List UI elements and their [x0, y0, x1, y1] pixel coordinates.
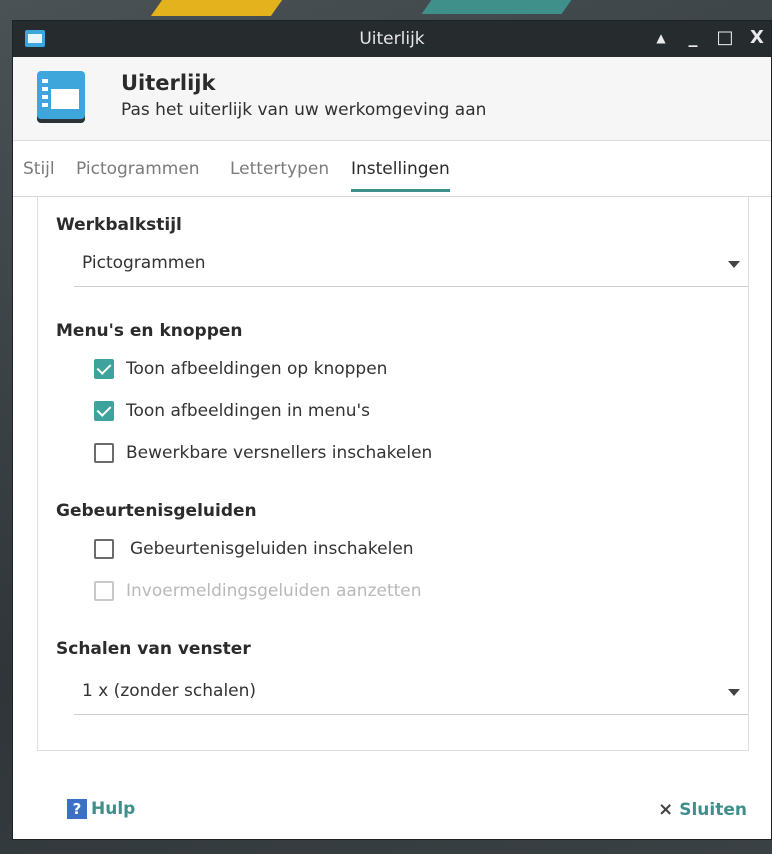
help-button-label: Hulp — [91, 799, 136, 819]
checkbox-label: Bewerkbare versnellers inschakelen — [126, 443, 433, 463]
appearance-icon — [37, 71, 85, 119]
wallpaper-stripe — [421, 0, 579, 14]
wallpaper-stripe — [150, 0, 290, 16]
tab-pictogrammen[interactable]: Pictogrammen — [76, 159, 200, 189]
chevron-down-icon — [728, 261, 740, 268]
title-bar[interactable]: Uiterlijk ▲ _ □ X — [13, 21, 771, 57]
toolbar-style-value: Pictogrammen — [82, 253, 206, 273]
checkbox-row-event-sounds[interactable]: Gebeurtenisgeluiden inschakelen — [94, 539, 414, 559]
checkbox-label: Gebeurtenisgeluiden inschakelen — [130, 539, 414, 559]
checkbox-editable-accelerators[interactable] — [94, 443, 114, 463]
close-icon[interactable]: X — [747, 27, 767, 49]
help-icon: ? — [67, 799, 87, 819]
close-button-label: Sluiten — [679, 799, 747, 820]
checkbox-label: Invoermeldingsgeluiden aanzetten — [126, 581, 422, 601]
window-scaling-select[interactable]: 1 x (zonder schalen) — [74, 675, 748, 715]
window-controls: ▲ _ □ X — [651, 27, 767, 49]
section-heading-event-sounds: Gebeurtenisgeluiden — [56, 501, 257, 521]
tab-instellingen[interactable]: Instellingen — [351, 159, 450, 192]
checkbox-images-in-menus[interactable] — [94, 401, 114, 421]
tab-bar: Stijl Pictogrammen Lettertypen Instellin… — [13, 141, 771, 197]
dialog-header: Uiterlijk Pas het uiterlijk van uw werko… — [13, 57, 771, 141]
maximize-icon[interactable]: □ — [715, 27, 735, 49]
chevron-down-icon — [728, 689, 740, 696]
checkbox-input-feedback-sounds — [94, 581, 114, 601]
appearance-icon-panel — [51, 89, 79, 109]
tab-stijl[interactable]: Stijl — [23, 159, 55, 189]
checkbox-row-images-in-menus[interactable]: Toon afbeeldingen in menu's — [94, 401, 370, 421]
appearance-icon-sidebar — [42, 79, 48, 111]
checkbox-label: Toon afbeeldingen in menu's — [126, 401, 371, 421]
checkbox-images-on-buttons[interactable] — [94, 359, 114, 379]
checkbox-event-sounds[interactable] — [94, 539, 114, 559]
section-heading-toolbar-style: Werkbalkstijl — [56, 215, 182, 235]
toolbar-style-select[interactable]: Pictogrammen — [74, 247, 748, 287]
page-title: Uiterlijk — [121, 71, 216, 95]
tab-lettertypen[interactable]: Lettertypen — [230, 159, 329, 189]
checkbox-row-input-feedback-sounds: Invoermeldingsgeluiden aanzetten — [94, 581, 422, 601]
close-x-icon: × — [658, 799, 674, 820]
settings-panel: Werkbalkstijl Pictogrammen Menu's en kno… — [37, 197, 749, 751]
close-button[interactable]: × Sluiten — [658, 799, 747, 820]
shade-icon[interactable]: ▲ — [651, 27, 671, 49]
section-heading-menus-buttons: Menu's en knoppen — [56, 321, 243, 341]
appearance-window: Uiterlijk ▲ _ □ X Uiterlijk Pas het uite… — [12, 20, 772, 840]
checkbox-row-images-on-buttons[interactable]: Toon afbeeldingen op knoppen — [94, 359, 387, 379]
minimize-icon[interactable]: _ — [683, 27, 703, 49]
help-button[interactable]: ? Hulp — [67, 799, 135, 819]
page-subtitle: Pas het uiterlijk van uw werkomgeving aa… — [121, 100, 487, 120]
checkbox-label: Toon afbeeldingen op knoppen — [126, 359, 388, 379]
section-heading-window-scaling: Schalen van venster — [56, 639, 251, 659]
window-scaling-value: 1 x (zonder schalen) — [82, 681, 257, 701]
checkbox-row-editable-accelerators[interactable]: Bewerkbare versnellers inschakelen — [94, 443, 432, 463]
